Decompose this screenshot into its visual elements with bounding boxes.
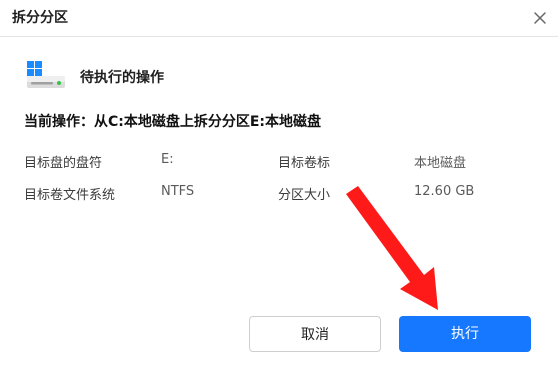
drive-icon [24,60,68,90]
partition-size-label: 分区大小 [278,188,331,203]
current-operation-text: 当前操作：从C:本地磁盘上拆分分区E:本地磁盘 [24,114,322,130]
pending-operations-title: 待执行的操作 [80,70,164,86]
close-icon[interactable] [530,8,550,28]
split-partition-dialog: 拆分分区 待执行的操作 当前操作：从C:本地磁盘上拆分分区E:本地磁盘 目标盘的… [0,0,558,369]
cancel-button[interactable]: 取消 [249,316,381,352]
title-bar: 拆分分区 [0,0,558,37]
execute-button[interactable]: 执行 [399,316,531,352]
target-drive-letter-label: 目标盘的盘符 [24,156,103,171]
target-file-system-label: 目标卷文件系统 [24,188,116,203]
target-volume-label-label: 目标卷标 [278,156,331,171]
dialog-title: 拆分分区 [12,10,68,26]
annotation-arrow-icon [340,186,450,316]
target-file-system-value: NTFS [161,184,195,199]
target-drive-letter-value: E: [161,152,174,167]
target-volume-label-value: 本地磁盘 [414,156,467,171]
